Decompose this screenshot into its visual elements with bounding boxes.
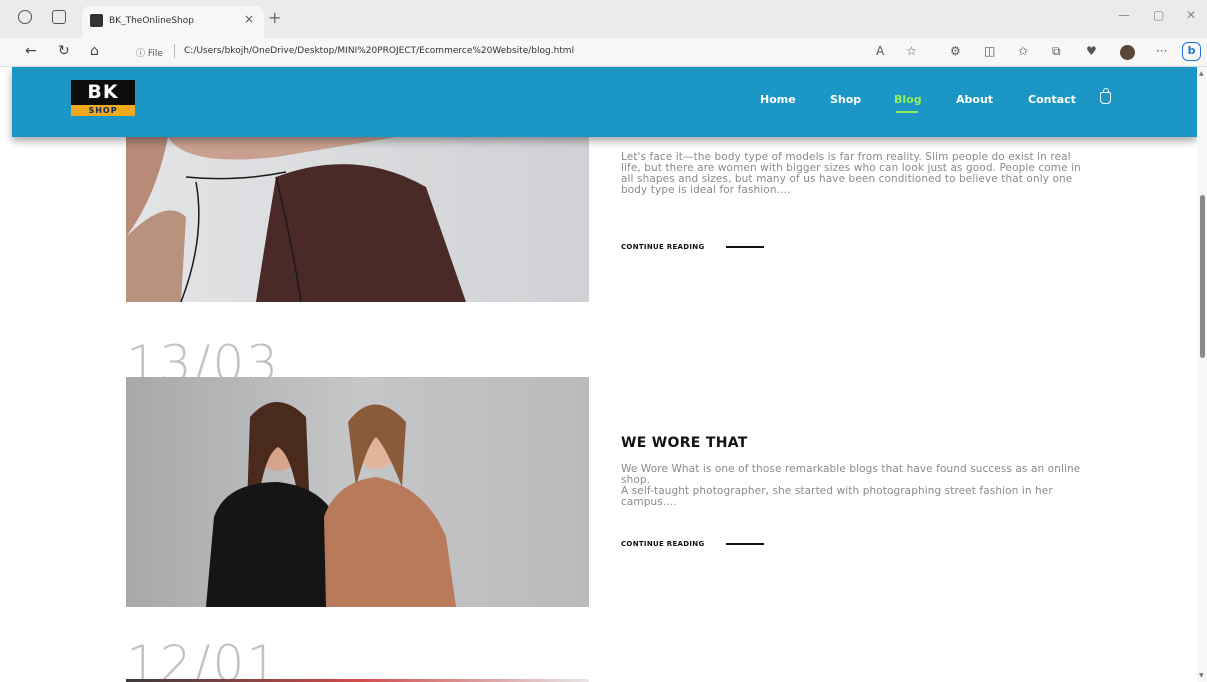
post-excerpt: Let's face it—the body type of models is… xyxy=(621,151,1081,196)
logo-shop-text: SHOP xyxy=(71,105,135,116)
more-menu-icon[interactable]: ··· xyxy=(1156,44,1167,58)
page-content: BK SHOP Home Shop Blog About Contact Let… xyxy=(0,67,1197,682)
extension-icon[interactable]: ⚙ xyxy=(950,44,961,58)
site-logo[interactable]: BK SHOP xyxy=(71,80,135,118)
browser-window: BK_TheOnlineShop × + — ▢ ✕ ← ↻ ⌂ ⓘ File … xyxy=(0,0,1207,682)
post-title[interactable]: WE WORE THAT xyxy=(621,435,748,451)
profile-avatar[interactable] xyxy=(1120,45,1135,60)
scrollbar-track[interactable] xyxy=(1197,67,1207,682)
site-info-icon[interactable]: ⓘ File xyxy=(136,46,163,59)
browser-essentials-icon[interactable]: ♥ xyxy=(1086,44,1097,58)
shopping-bag-icon[interactable] xyxy=(1100,88,1111,104)
nav-active-underline xyxy=(896,111,918,113)
post-excerpt: We Wore What is one of those remarkable … xyxy=(621,463,1081,508)
read-aloud-icon[interactable]: A xyxy=(876,44,884,58)
continue-reading-line xyxy=(726,246,764,248)
site-navbar: BK SHOP Home Shop Blog About Contact xyxy=(12,67,1197,137)
continue-reading-link[interactable]: CONTINUE READING xyxy=(621,243,705,251)
favorites-icon[interactable]: ✩ xyxy=(1018,44,1028,58)
address-separator xyxy=(174,44,175,58)
post-image xyxy=(126,137,589,302)
nav-home[interactable]: Home xyxy=(760,93,796,106)
scroll-down-arrow-icon[interactable]: ▼ xyxy=(1199,672,1204,679)
back-icon[interactable]: ← xyxy=(25,43,37,59)
favorite-star-icon[interactable]: ☆ xyxy=(906,44,917,58)
scrollbar-thumb[interactable] xyxy=(1200,195,1205,358)
continue-reading-line xyxy=(726,543,764,545)
tab-active[interactable]: BK_TheOnlineShop × xyxy=(82,6,264,38)
tab-title: BK_TheOnlineShop xyxy=(109,16,194,26)
model-back-photo xyxy=(126,137,466,302)
post-image xyxy=(126,377,589,607)
bing-copilot-icon[interactable]: b xyxy=(1182,42,1201,61)
continue-reading-link[interactable]: CONTINUE READING xyxy=(621,540,705,548)
new-tab-button[interactable]: + xyxy=(268,8,281,27)
home-icon[interactable]: ⌂ xyxy=(90,43,99,59)
two-models-photo xyxy=(206,402,456,607)
nav-shop[interactable]: Shop xyxy=(830,93,861,106)
split-screen-icon[interactable]: ◫ xyxy=(984,44,995,58)
collections-icon[interactable]: ⧉ xyxy=(1052,44,1061,59)
scroll-up-arrow-icon[interactable]: ▲ xyxy=(1199,70,1204,77)
logo-bk-text: BK xyxy=(71,80,135,105)
post-date: 12/01 xyxy=(126,635,281,682)
workspaces-icon[interactable] xyxy=(18,10,32,24)
favicon-icon xyxy=(90,14,103,27)
tab-actions-icon[interactable] xyxy=(52,10,66,24)
tab-bar: BK_TheOnlineShop × + — ▢ ✕ xyxy=(0,0,1207,38)
address-bar[interactable]: C:/Users/bkojh/OneDrive/Desktop/MINI%20P… xyxy=(184,46,654,56)
nav-contact[interactable]: Contact xyxy=(1028,93,1076,106)
minimize-button[interactable]: — xyxy=(1118,8,1130,22)
tab-close-icon[interactable]: × xyxy=(244,12,254,26)
close-window-button[interactable]: ✕ xyxy=(1186,8,1196,22)
maximize-button[interactable]: ▢ xyxy=(1153,8,1164,22)
nav-blog[interactable]: Blog xyxy=(894,93,922,106)
refresh-icon[interactable]: ↻ xyxy=(58,43,70,59)
browser-toolbar: ← ↻ ⌂ ⓘ File C:/Users/bkojh/OneDrive/Des… xyxy=(0,38,1207,67)
nav-about[interactable]: About xyxy=(956,93,993,106)
